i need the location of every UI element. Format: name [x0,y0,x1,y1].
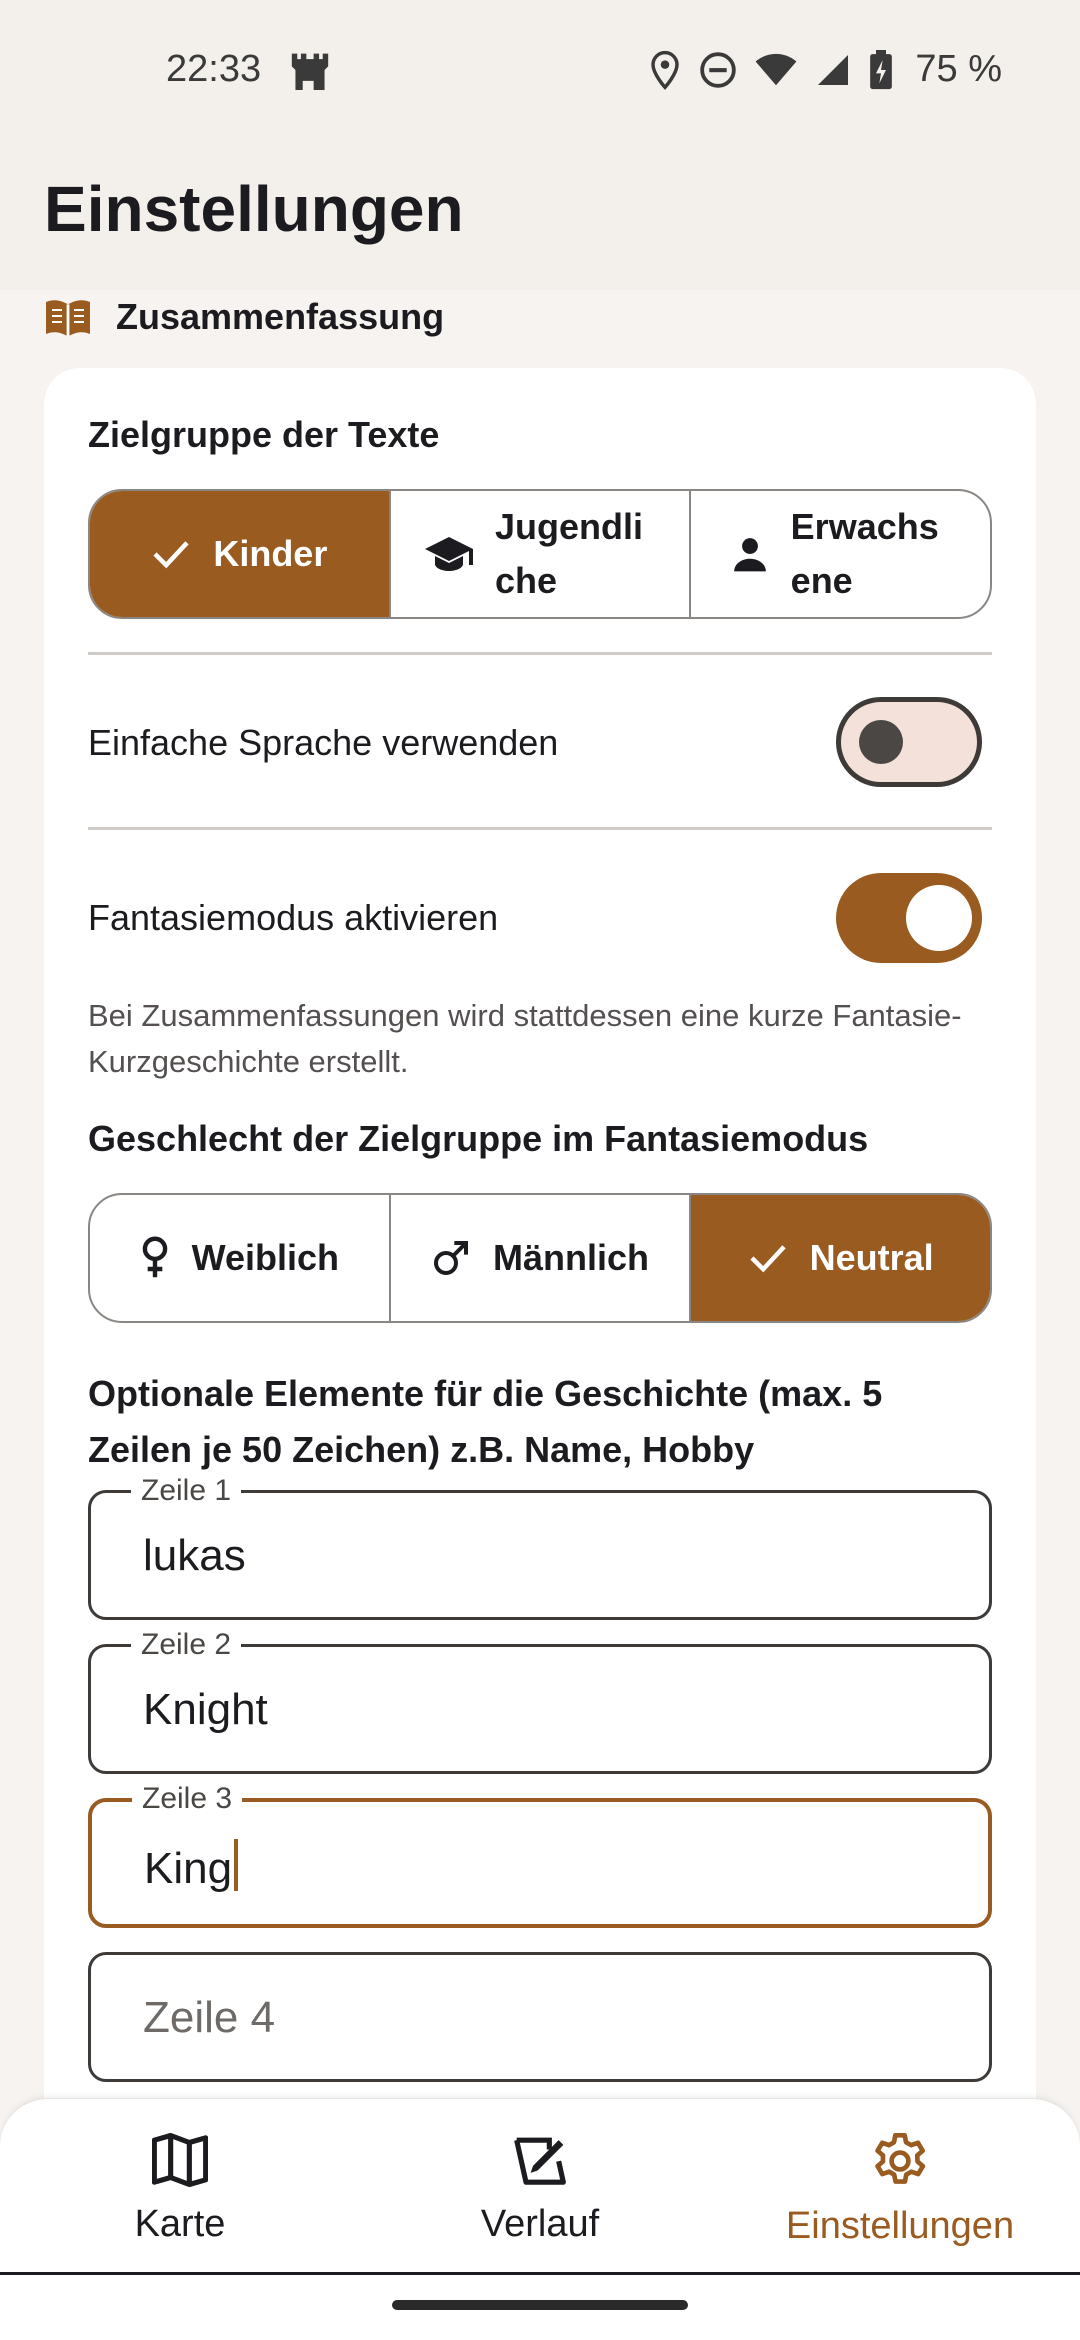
nav-label-verlauf: Verlauf [480,2203,600,2245]
divider [88,652,992,655]
text-caret [234,1839,239,1891]
settings-icon [875,2133,926,2184]
graduation-cap-icon [425,537,473,571]
battery-level: 75 % [915,48,1002,90]
simple-language-switch[interactable] [836,697,982,787]
audience-segmented-control: Kinder Jugendliche Erwachsene [88,489,992,619]
battery-charging-icon [870,49,893,89]
line-2-label: Zeile 2 [131,1625,242,1665]
audience-option-erwachsene[interactable]: Erwachsene [691,491,990,617]
section-header: Zusammenfassung [44,296,444,338]
audience-option-jugendliche[interactable]: Jugendliche [391,491,692,617]
status-icons: 75 % [649,48,1002,91]
book-icon [46,300,90,336]
elements-label: Optionale Elemente für die Geschichte (m… [88,1373,883,1470]
check-icon [153,541,189,569]
line-3-label: Zeile 3 [132,1779,243,1819]
line-3-value: King [144,1839,239,1894]
do-not-disturb-icon [700,51,737,88]
page-title: Einstellungen [44,173,464,245]
line-4-placeholder: Zeile 4 [143,1993,276,2042]
nav-item-einstellungen[interactable]: Einstellungen [750,2133,1050,2248]
nav-item-karte[interactable]: Karte [30,2133,330,2246]
simple-language-label: Einfache Sprache verwenden [88,722,559,763]
castle-icon [291,53,329,90]
nav-item-verlauf[interactable]: Verlauf [390,2133,690,2246]
gender-option-maennlich[interactable]: Männlich [391,1195,692,1321]
line-1-value: lukas [143,1531,246,1580]
navigation-divider [0,2272,1080,2275]
status-time: 22:33 [166,48,262,90]
female-icon [142,1236,167,1278]
audience-option-kinder[interactable]: Kinder [90,491,391,617]
map-icon [152,2133,208,2187]
line-1-field[interactable]: Zeile 1 lukas [88,1471,992,1620]
fantasy-mode-switch[interactable] [836,873,982,963]
line-1-label: Zeile 1 [131,1471,242,1511]
section-label: Zusammenfassung [116,296,445,337]
history-icon [514,2137,566,2185]
cell-signal-icon [818,54,849,85]
switch-knob [859,720,903,764]
gender-option-weiblich[interactable]: Weiblich [90,1195,391,1321]
check-icon [750,1245,786,1273]
location-icon [651,50,680,90]
home-indicator[interactable] [392,2300,688,2310]
gender-option-neutral[interactable]: Neutral [691,1195,990,1321]
person-icon [733,538,766,572]
nav-label-karte: Karte [134,2203,226,2245]
wifi-icon [755,53,797,85]
switch-knob [906,885,972,951]
gender-label: Geschlecht der Zielgruppe im Fantasiemod… [88,1118,869,1159]
line-4-field[interactable]: Zeile 4 [88,1952,992,2082]
divider [88,827,992,830]
audience-label: Zielgruppe der Texte [88,414,440,455]
male-icon [434,1241,468,1275]
fantasy-mode-helper: Bei Zusammenfassungen wird stattdessen e… [88,998,962,1079]
gender-segmented-control: Weiblich Männlich Neutral [88,1193,992,1323]
line-2-field[interactable]: Zeile 2 Knight [88,1625,992,1774]
line-3-field[interactable]: Zeile 3 King [88,1779,992,1928]
fantasy-mode-label: Fantasiemodus aktivieren [88,897,499,938]
nav-label-einstellungen: Einstellungen [785,2205,1015,2247]
line-3-text: King [144,1844,233,1893]
line-2-value: Knight [143,1685,268,1734]
status-bar: 22:33 75 % [0,0,1080,140]
